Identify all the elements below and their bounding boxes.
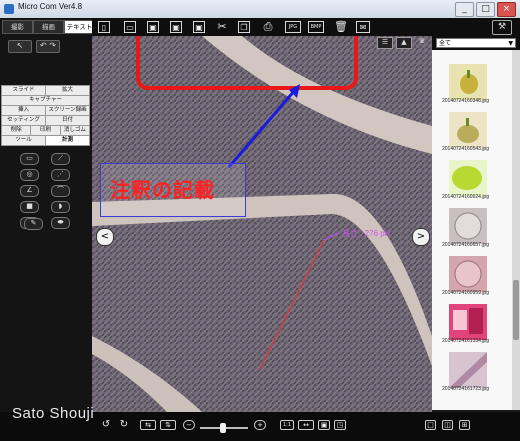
oval-icon[interactable]: ⬬ — [51, 217, 70, 229]
filter-select[interactable]: 全て ▼ — [436, 38, 516, 48]
app-window: Micro Com Ver4.8 _ □ × 撮影 描画 テキスト ↖ ↶ ↷ … — [0, 0, 520, 441]
filter-value: 全て — [439, 40, 452, 47]
title-bar: Micro Com Ver4.8 _ □ × — [0, 0, 520, 19]
maximize-button[interactable]: □ — [476, 2, 495, 17]
tab-text[interactable]: テキスト — [64, 20, 95, 34]
thumbnail-label: 20140724160624.jpg — [442, 194, 489, 200]
scrollbar-thumb[interactable] — [513, 280, 519, 340]
thumbnail-image[interactable] — [449, 64, 487, 100]
trophy-icon[interactable]: ♛ — [415, 37, 429, 47]
circle-measure-icon[interactable]: ◎ — [20, 169, 39, 181]
chevron-down-icon: ▼ — [508, 40, 513, 47]
image-viewer[interactable]: 注釈の記載 長さ : 276 pix < > — [92, 36, 432, 412]
zoom-in-icon[interactable]: + — [254, 420, 266, 430]
close-button[interactable]: × — [497, 2, 516, 17]
polyline-measure-icon[interactable]: ⋰ — [51, 169, 70, 181]
cut-icon[interactable]: ✂ — [216, 21, 228, 33]
save-all-icon[interactable]: ▣ — [193, 21, 205, 33]
save-icon[interactable]: ▣ — [147, 21, 159, 33]
next-image-button[interactable]: > — [412, 228, 430, 246]
line-measure-icon[interactable]: ⟋ — [51, 153, 70, 165]
open-folder-icon[interactable]: ▭ — [124, 21, 136, 33]
zoom-out-icon[interactable]: − — [183, 420, 195, 430]
watermark: Sato Shouji — [12, 405, 95, 422]
jpg-icon[interactable]: JPG — [285, 21, 301, 33]
rotate-right-icon[interactable]: ↻ — [118, 420, 130, 430]
thumbnail-list[interactable]: 20140724160348.jpg 20140724160543.jpg 20… — [432, 50, 520, 410]
thumbnail-label: 20140724160348.jpg — [442, 98, 489, 104]
trash-icon[interactable]: 🗑 — [334, 21, 348, 33]
list-view-icon[interactable]: ☰ — [377, 37, 393, 49]
undo-icon[interactable]: ↶ ↷ — [36, 40, 60, 53]
tab-capture[interactable]: 撮影 — [2, 20, 33, 34]
fit-width-icon[interactable]: ↔ — [298, 420, 314, 430]
thumbnail-image[interactable] — [449, 112, 487, 148]
thumbnail-label: 20140724160959.jpg — [442, 290, 489, 296]
left-panel: 撮影 描画 テキスト ↖ ↶ ↷ スライド 拡大 キャプチャー 挿入 スクリーン… — [0, 18, 95, 441]
thumbnail-image[interactable] — [449, 304, 487, 340]
bmp-icon[interactable]: BMP — [308, 21, 324, 33]
window-title: Micro Com Ver4.8 — [18, 2, 83, 11]
new-file-icon[interactable]: ▯ — [98, 21, 110, 33]
measure-length-label: 長さ : 276 pix — [342, 229, 391, 238]
fit-window-icon[interactable]: ▣ — [318, 420, 330, 430]
pointer-icon[interactable]: ↖ — [8, 40, 32, 53]
flip-vertical-icon[interactable]: ⇅ — [160, 420, 176, 430]
previous-image-button[interactable]: < — [96, 228, 114, 246]
thumbnail-label: 20140724161723.jpg — [442, 386, 489, 392]
main-toolbar: ▯ ▭ ▣ ▣ ▣ ✂ ❐ ⎙ JPG BMP 🗑 ✉ ⚒ — [92, 18, 520, 36]
settings-icon[interactable]: ⚒ — [492, 20, 512, 35]
microscope-image — [92, 36, 432, 412]
angle-measure-icon[interactable]: ∠ — [20, 185, 39, 197]
menu-measure[interactable]: 計測 — [45, 135, 90, 146]
calibration-icon[interactable]: ✎ — [24, 218, 43, 230]
mail-icon[interactable]: ✉ — [356, 21, 370, 33]
copy-icon[interactable]: ❐ — [238, 21, 250, 33]
thumbnail-label: 20140724160543.jpg — [442, 146, 489, 152]
rectangle-measure-icon[interactable]: ▭ — [20, 153, 39, 165]
app-icon — [4, 4, 14, 14]
thumbnail-label: 20140724160657.jpg — [442, 242, 489, 248]
thumbnail-image[interactable] — [449, 352, 487, 388]
zoom-slider[interactable] — [200, 423, 248, 433]
ellipse-icon[interactable]: ◗ — [51, 201, 70, 213]
print-icon[interactable]: ⎙ — [262, 21, 274, 33]
flip-horizontal-icon[interactable]: ⇆ — [140, 420, 156, 430]
quad-view-icon[interactable]: ⊞ — [459, 420, 470, 430]
save-as-icon[interactable]: ▣ — [170, 21, 182, 33]
arc-measure-icon[interactable]: ⌒ — [51, 185, 70, 197]
minimize-button[interactable]: _ — [455, 2, 474, 17]
fullscreen-icon[interactable]: ◳ — [334, 420, 346, 430]
zoom-slider-knob[interactable] — [220, 423, 226, 433]
rotate-left-icon[interactable]: ↺ — [100, 420, 112, 430]
thumbnail-label: 20140724161334.jpg — [442, 338, 489, 344]
thumbnail-image[interactable] — [449, 256, 487, 292]
menu-tools[interactable]: ツール — [1, 135, 46, 146]
thumbnail-header: ☰ ▲ ♛ 全て ▼ — [377, 36, 520, 50]
single-view-icon[interactable]: □ — [425, 420, 436, 430]
tab-draw[interactable]: 描画 — [33, 20, 64, 34]
image-view-icon[interactable]: ▲ — [396, 37, 412, 49]
thumbnail-image[interactable] — [449, 160, 487, 196]
filled-rect-icon[interactable]: ■ — [20, 201, 39, 213]
annotation-text[interactable]: 注釈の記載 — [110, 174, 215, 203]
function-menu: スライド 拡大 キャプチャー 挿入 スクリーン録画 セッティング 日付 削除 印… — [1, 85, 90, 146]
dual-view-icon[interactable]: ◫ — [442, 420, 453, 430]
thumbnail-scrollbar[interactable] — [512, 50, 520, 410]
actual-size-button[interactable]: 1:1 — [280, 420, 294, 430]
thumbnail-image[interactable] — [449, 208, 487, 244]
